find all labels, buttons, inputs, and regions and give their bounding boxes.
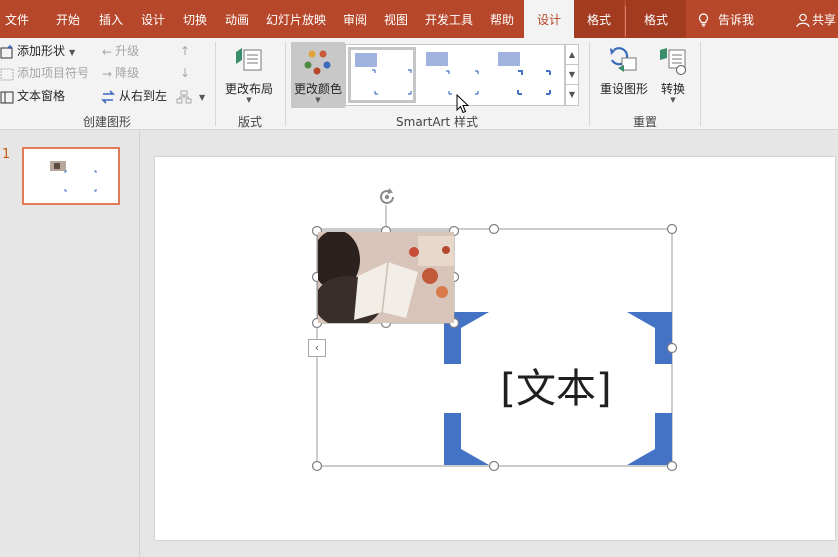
cursor-icon	[456, 94, 470, 114]
photo-image	[318, 232, 454, 323]
chevron-left-icon[interactable]: ‹	[308, 339, 326, 357]
rotate-icon[interactable]	[376, 186, 398, 208]
book-photo[interactable]	[318, 232, 454, 323]
smartart-text-placeholder[interactable]: [文本]	[440, 356, 672, 416]
